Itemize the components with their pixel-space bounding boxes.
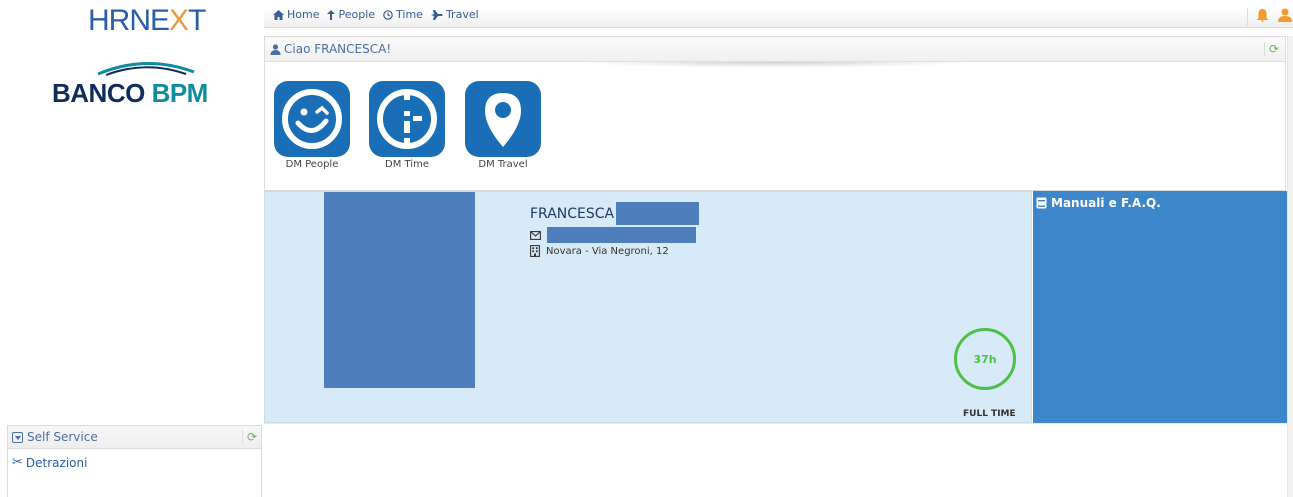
clock-icon [383,9,393,20]
weekly-hours-badge: 37h [954,328,1016,390]
profile-email [530,227,696,243]
manuali-faq-label: Manuali e F.A.Q. [1051,196,1161,210]
refresh-icon[interactable]: ⟳ [241,430,257,444]
self-service-panel: Self Service ⟳ ✂ Detrazioni [7,425,262,497]
profile-photo-redacted [324,192,475,388]
banco-bpm-logo: BANCO BPM [52,60,222,110]
plane-icon [430,9,443,20]
welcome-panel: Ciao FRANCESCA! ⟳ DM People DM Time DM T… [264,36,1286,191]
nav-people-label: People [338,8,376,21]
collapse-icon[interactable] [12,431,23,443]
nav-home-label: Home [287,8,320,21]
profile-first-name: FRANCESCA [530,205,615,222]
weekly-hours-value: 37h [973,352,997,366]
profile-name: FRANCESCA [530,202,700,225]
book-icon [1036,197,1047,209]
envelope-icon [530,230,541,240]
hrnext-logo: HRNEXT [88,4,206,37]
home-icon [273,9,284,20]
app-dm-time-label: DM Time [385,159,429,170]
profile-address-text: Novara - Via Negroni, 12 [546,245,669,257]
app-dm-people-label: DM People [285,159,339,170]
nav-travel-label: Travel [445,8,479,21]
bell-icon[interactable] [1256,8,1269,22]
manuali-faq-title[interactable]: Manuali e F.A.Q. [1036,196,1161,210]
user-icon[interactable] [1277,8,1293,22]
redacted-surname [616,202,700,225]
clock-face-icon [369,81,445,157]
nav-time-label: Time [396,8,423,21]
empty-content-area [264,423,1287,497]
nav-time[interactable]: Time [383,8,423,21]
welcome-panel-header: Ciao FRANCESCA! ⟳ [265,37,1285,62]
self-service-title: Self Service [27,430,98,444]
header-shadow [575,62,975,68]
top-navigation-bar: Home People Time Travel [264,8,1293,28]
refresh-icon[interactable]: ⟳ [1263,42,1279,56]
self-service-item-label: Detrazioni [25,455,88,470]
manuali-faq-panel[interactable]: Manuali e F.A.Q. [1033,191,1287,423]
map-pin-icon [465,81,541,157]
app-dm-time[interactable]: DM Time [367,81,447,170]
self-service-header[interactable]: Self Service ⟳ [8,426,261,449]
redacted-email [547,227,696,243]
nav-divider [1247,8,1248,26]
app-dm-travel[interactable]: DM Travel [463,81,543,170]
app-dm-travel-label: DM Travel [478,159,528,170]
user-icon [270,43,281,55]
scrollbar[interactable] [1287,36,1293,497]
app-dm-people[interactable]: DM People [272,81,352,170]
profile-address: Novara - Via Negroni, 12 [530,245,669,257]
work-type-label: FULL TIME [963,409,1016,419]
self-service-item-detrazioni[interactable]: ✂ Detrazioni [8,449,261,476]
nav-travel[interactable]: Travel [430,8,479,21]
nav-home[interactable]: Home [273,8,319,21]
pin-icon [327,9,336,20]
nav-people[interactable]: People [327,8,375,21]
welcome-greeting: Ciao FRANCESCA! [284,42,392,56]
scissors-icon: ✂ [12,455,23,470]
profile-card: FRANCESCA Novara - Via Negroni, 12 37h F… [264,191,1032,423]
smile-icon [274,81,350,157]
building-icon [530,245,540,257]
